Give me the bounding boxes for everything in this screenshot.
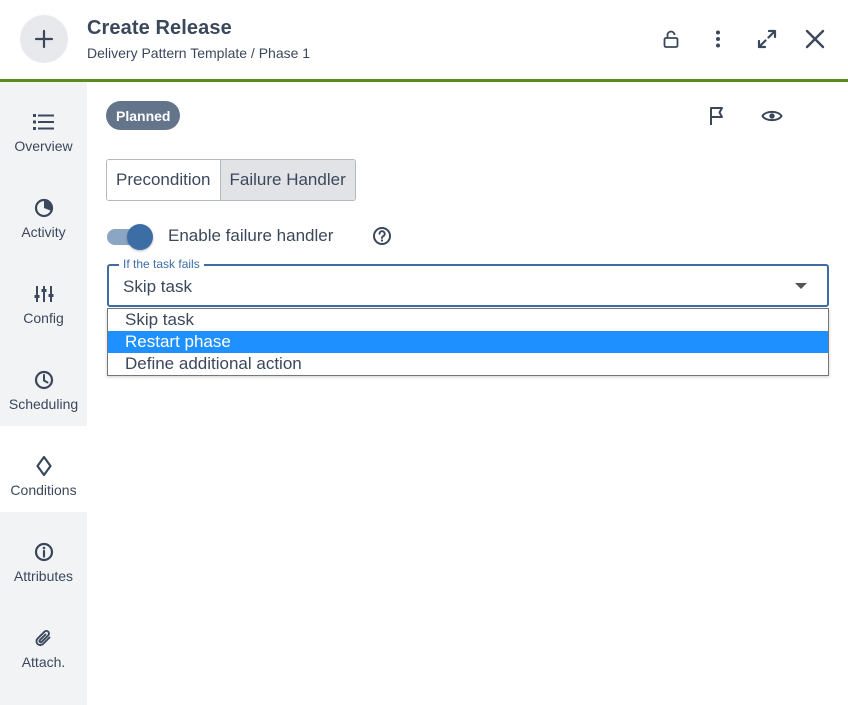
sidebar-item-attributes[interactable]: Attributes: [0, 512, 87, 598]
more-vertical-icon: [716, 30, 720, 48]
select-value: Skip task: [123, 277, 192, 296]
more-options-button[interactable]: [705, 26, 731, 52]
eye-icon: [761, 110, 783, 122]
failure-handler-toggle[interactable]: [107, 224, 153, 250]
sidebar-item-label: Conditions: [10, 482, 77, 498]
help-icon: [373, 227, 391, 245]
sidebar-item-config[interactable]: Config: [0, 254, 87, 340]
sidebar: Overview Activity Config Scheduling Cond…: [0, 82, 87, 705]
sidebar-item-label: Scheduling: [8, 396, 79, 412]
watch-button[interactable]: [759, 103, 785, 129]
select-legend: If the task fails: [119, 257, 204, 271]
expand-button[interactable]: [754, 26, 780, 52]
paperclip-icon: [35, 630, 50, 647]
help-button[interactable]: [371, 225, 393, 247]
close-icon: [805, 29, 825, 49]
sidebar-item-label: Config: [23, 310, 64, 326]
caret-down-icon: [795, 283, 807, 289]
sidebar-item-scheduling[interactable]: Scheduling: [0, 340, 87, 426]
sliders-icon: [34, 286, 53, 302]
option-skip-task[interactable]: Skip task: [108, 309, 828, 331]
flag-icon: [710, 107, 723, 125]
tab-precondition[interactable]: Precondition: [107, 160, 220, 200]
option-restart-phase[interactable]: Restart phase: [108, 331, 828, 353]
add-button[interactable]: [20, 15, 68, 63]
select-dropdown-list: Skip task Restart phase Define additiona…: [107, 308, 829, 376]
diamond-icon: [35, 455, 52, 477]
sidebar-item-overview[interactable]: Overview: [0, 82, 87, 168]
failure-action-select[interactable]: If the task fails Skip task: [107, 257, 829, 307]
breadcrumb: Delivery Pattern Template / Phase 1: [87, 45, 311, 61]
sidebar-item-label: Attach.: [21, 654, 66, 670]
clock-icon: [34, 370, 53, 390]
unlock-icon: [663, 30, 679, 48]
option-define-additional-action[interactable]: Define additional action: [108, 353, 828, 375]
sidebar-item-attach[interactable]: Attach.: [0, 598, 87, 684]
tab-failure-handler[interactable]: Failure Handler: [219, 160, 355, 200]
unlock-button[interactable]: [658, 26, 684, 52]
page-title: Create Release: [87, 17, 232, 39]
sidebar-item-label: Attributes: [13, 568, 74, 584]
main-panel: Planned Precondition Failure Handler Ena…: [87, 82, 848, 705]
toggle-thumb: [127, 224, 153, 250]
pie-chart-icon: [34, 198, 53, 218]
plus-icon: [34, 29, 54, 49]
list-icon: [32, 114, 54, 130]
sidebar-item-activity[interactable]: Activity: [0, 168, 87, 254]
flag-button[interactable]: [704, 103, 730, 129]
toggle-label: Enable failure handler: [168, 226, 334, 245]
expand-icon: [757, 29, 777, 49]
status-badge: Planned: [106, 101, 181, 130]
sidebar-item-label: Overview: [14, 138, 73, 154]
dialog-header: Create Release Delivery Pattern Template…: [0, 0, 848, 80]
condition-tabs: Precondition Failure Handler: [106, 159, 356, 201]
close-button[interactable]: [802, 26, 828, 52]
info-icon: [34, 542, 53, 562]
sidebar-item-conditions[interactable]: Conditions: [0, 426, 87, 512]
sidebar-item-label: Activity: [21, 224, 66, 240]
